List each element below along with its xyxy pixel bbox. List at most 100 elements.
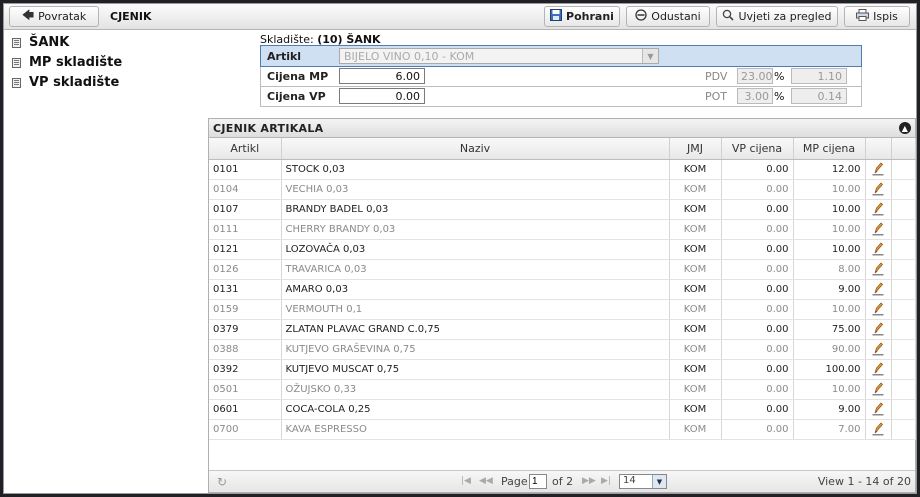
mp-price-input[interactable] (339, 68, 425, 84)
rows-per-page-select[interactable]: 14 ▼ (619, 474, 667, 489)
cell-artikl: 0379 (209, 319, 282, 340)
cell-jmj: KOM (669, 319, 722, 340)
pdv-amount-field: 1.10 (791, 68, 847, 84)
pencil-edit-icon[interactable] (872, 222, 884, 236)
prev-page-icon[interactable]: ◀◀ (479, 476, 493, 486)
col-header-vp[interactable]: VP cijena (721, 138, 794, 160)
table-row[interactable]: 0101 STOCK 0,03 KOM 0.00 12.00 (209, 159, 916, 180)
rows-per-page-value: 14 (623, 475, 636, 486)
col-header-artikl[interactable]: Artikl (209, 138, 282, 160)
table-row[interactable]: 0388 KUTJEVO GRAŠEVINA 0,75 KOM 0.00 90.00 (209, 339, 916, 360)
cell-artikl: 0392 (209, 359, 282, 380)
price-list-grid: CJENIK ARTIKALA ▲ Artikl Naziv JMJ VP ci… (208, 118, 916, 493)
pencil-edit-icon[interactable] (872, 242, 884, 256)
table-row[interactable]: 0601 COCA-COLA 0,25 KOM 0.00 9.00 (209, 399, 916, 420)
table-row[interactable]: 0111 CHERRY BRANDY 0,03 KOM 0.00 10.00 (209, 219, 916, 240)
pencil-edit-icon[interactable] (872, 402, 884, 416)
refresh-icon[interactable]: ↻ (217, 475, 227, 489)
table-row[interactable]: 0126 TRAVARICA 0,03 KOM 0.00 8.00 (209, 259, 916, 280)
page-number-input[interactable] (529, 474, 547, 489)
last-page-icon[interactable]: ▶| (601, 476, 611, 486)
cancel-button[interactable]: Odustani (626, 6, 710, 27)
table-row[interactable]: 0104 VECHIA 0,03 KOM 0.00 10.00 (209, 179, 916, 200)
cell-mp-price: 10.00 (793, 239, 866, 260)
col-header-jmj[interactable]: JMJ (669, 138, 722, 160)
cell-vp-price: 0.00 (721, 419, 794, 440)
cell-jmj: KOM (669, 379, 722, 400)
table-row[interactable]: 0107 BRANDY BADEL 0,03 KOM 0.00 10.00 (209, 199, 916, 220)
cell-mp-price: 75.00 (793, 319, 866, 340)
cell-jmj: KOM (669, 419, 722, 440)
pencil-edit-icon[interactable] (872, 162, 884, 176)
cancel-button-label: Odustani (651, 10, 701, 23)
pencil-edit-icon[interactable] (872, 362, 884, 376)
cell-mp-price: 10.00 (793, 179, 866, 200)
cell-mp-price: 7.00 (793, 419, 866, 440)
cell-naziv: KUTJEVO MUSCAT 0,75 (281, 359, 670, 380)
page-label: Page (501, 475, 528, 488)
cell-vp-price: 0.00 (721, 219, 794, 240)
cell-jmj: KOM (669, 399, 722, 420)
sidebar-item-vp-skladiste[interactable]: VP skladište (12, 75, 119, 90)
next-page-icon[interactable]: ▶▶ (582, 476, 596, 486)
pencil-edit-icon[interactable] (872, 202, 884, 216)
sidebar-item-mp-skladiste[interactable]: MP skladište (12, 55, 122, 70)
print-button[interactable]: Ispis (844, 6, 910, 27)
table-row[interactable]: 0700 KAVA ESPRESSO KOM 0.00 7.00 (209, 419, 916, 440)
cell-vp-price: 0.00 (721, 159, 794, 180)
table-row[interactable]: 0392 KUTJEVO MUSCAT 0,75 KOM 0.00 100.00 (209, 359, 916, 380)
cell-naziv: KAVA ESPRESSO (281, 419, 670, 440)
cell-edit (865, 259, 892, 280)
table-row[interactable]: 0159 VERMOUTH 0,1 KOM 0.00 10.00 (209, 299, 916, 320)
cell-mp-price: 10.00 (793, 299, 866, 320)
cell-naziv: ZLATAN PLAVAC GRAND C.0,75 (281, 319, 670, 340)
cell-artikl: 0159 (209, 299, 282, 320)
cell-spacer (891, 179, 916, 200)
filter-button[interactable]: Uvjeti za pregled (716, 6, 838, 27)
col-header-edit (865, 138, 892, 160)
col-header-naziv[interactable]: Naziv (281, 138, 670, 160)
pencil-edit-icon[interactable] (872, 262, 884, 276)
cell-naziv: VECHIA 0,03 (281, 179, 670, 200)
pencil-edit-icon[interactable] (872, 382, 884, 396)
chevron-down-icon: ▼ (652, 475, 666, 488)
list-icon (12, 37, 21, 48)
pencil-edit-icon[interactable] (872, 282, 884, 296)
artikl-select[interactable]: BIJELO VINO 0,10 - KOM ▼ (339, 48, 659, 64)
cell-naziv: KUTJEVO GRAŠEVINA 0,75 (281, 339, 670, 360)
cell-artikl: 0104 (209, 179, 282, 200)
cell-spacer (891, 259, 916, 280)
page-title: CJENIK (110, 10, 152, 23)
pencil-edit-icon[interactable] (872, 422, 884, 436)
collapse-icon[interactable]: ▲ (899, 122, 911, 134)
table-row[interactable]: 0131 AMARO 0,03 KOM 0.00 9.00 (209, 279, 916, 300)
col-header-mp[interactable]: MP cijena (793, 138, 866, 160)
table-row[interactable]: 0379 ZLATAN PLAVAC GRAND C.0,75 KOM 0.00 75.… (209, 319, 916, 340)
vp-price-input[interactable] (339, 88, 425, 104)
save-button[interactable]: Pohrani (544, 6, 620, 27)
sidebar-item-sank[interactable]: ŠANK (12, 35, 69, 50)
cell-vp-price: 0.00 (721, 319, 794, 340)
cell-mp-price: 90.00 (793, 339, 866, 360)
cell-jmj: KOM (669, 179, 722, 200)
cell-spacer (891, 239, 916, 260)
pot-amount-field: 0.14 (791, 88, 847, 104)
pencil-edit-icon[interactable] (872, 302, 884, 316)
cell-spacer (891, 159, 916, 180)
back-button-label: Povratak (38, 10, 87, 23)
table-row[interactable]: 0121 LOZOVAČA 0,03 KOM 0.00 10.00 (209, 239, 916, 260)
first-page-icon[interactable]: |◀ (461, 476, 471, 486)
pencil-edit-icon[interactable] (872, 182, 884, 196)
cell-vp-price: 0.00 (721, 279, 794, 300)
list-icon (12, 77, 21, 88)
cell-artikl: 0131 (209, 279, 282, 300)
toolbar: 🡄 Povratak CJENIK Pohrani Odustani Uvjet… (4, 4, 916, 30)
cell-edit (865, 179, 892, 200)
price-row-vp: Cijena VP POT 3.00 % 0.14 (260, 87, 862, 107)
pencil-edit-icon[interactable] (872, 322, 884, 336)
pencil-edit-icon[interactable] (872, 342, 884, 356)
cell-edit (865, 219, 892, 240)
cell-vp-price: 0.00 (721, 259, 794, 280)
back-button[interactable]: 🡄 Povratak (9, 6, 99, 27)
table-row[interactable]: 0501 OŽUJSKO 0,33 KOM 0.00 10.00 (209, 379, 916, 400)
